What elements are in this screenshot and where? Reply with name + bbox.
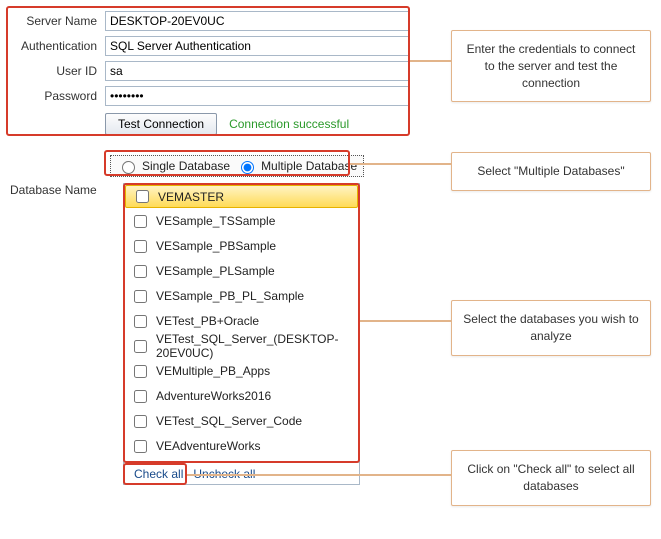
database-item-label: VEMultiple_PB_Apps	[156, 364, 270, 378]
userid-label: User ID	[10, 64, 105, 78]
database-checkbox[interactable]	[134, 390, 147, 403]
list-actions: Check all Uncheck all	[124, 462, 359, 484]
database-item-label: VESample_PBSample	[156, 239, 276, 253]
database-mode-group: Single Database Multiple Database	[110, 155, 364, 177]
database-items-container[interactable]: VEMASTER VESample_TSSample VESample_PBSamp…	[124, 184, 359, 462]
database-checkbox[interactable]	[134, 440, 147, 453]
database-listbox: VEMASTER VESample_TSSample VESample_PBSamp…	[123, 183, 360, 485]
database-item-label: VETest_SQL_Server_Code	[156, 414, 302, 428]
list-item[interactable]: VESample_PB_PL_Sample	[124, 284, 359, 309]
check-all-link[interactable]: Check all	[134, 467, 183, 481]
database-checkbox[interactable]	[134, 265, 147, 278]
list-item[interactable]: VESample_PBSample	[124, 234, 359, 259]
database-checkbox[interactable]	[134, 240, 147, 253]
password-label: Password	[10, 89, 105, 103]
database-checkbox[interactable]	[134, 340, 147, 353]
callout-multiple: Select "Multiple Databases"	[451, 152, 651, 191]
userid-input[interactable]	[105, 61, 410, 81]
list-item[interactable]: VEAdventureWorks	[124, 434, 359, 459]
database-name-label: Database Name	[10, 183, 115, 197]
callout-checkall: Click on "Check all" to select all datab…	[451, 450, 651, 506]
connector-2	[350, 163, 451, 165]
list-item[interactable]: VETest_SQL_Server_Code	[124, 409, 359, 434]
list-item[interactable]: VESample_PLSample	[124, 259, 359, 284]
database-checkbox[interactable]	[134, 315, 147, 328]
database-item-label: VETest_PB+Oracle	[156, 314, 259, 328]
server-name-input[interactable]	[105, 11, 410, 31]
database-item-label: VESample_PB_PL_Sample	[156, 289, 304, 303]
test-connection-button[interactable]: Test Connection	[105, 113, 217, 135]
list-item[interactable]: VETest_SQL_Server_(DESKTOP-20EV0UC)	[124, 334, 359, 359]
database-checkbox[interactable]	[134, 290, 147, 303]
single-database-label: Single Database	[142, 159, 230, 173]
database-item-label: VESample_PLSample	[156, 264, 275, 278]
list-item[interactable]: VETest_PB+Oracle	[124, 309, 359, 334]
database-checkbox[interactable]	[134, 215, 147, 228]
database-item-label: VEMASTER	[158, 190, 224, 204]
single-database-radio[interactable]: Single Database	[117, 158, 230, 174]
list-item[interactable]: VESample_TSSample	[124, 209, 359, 234]
authentication-input[interactable]	[105, 36, 410, 56]
authentication-label: Authentication	[10, 39, 105, 53]
connector-1	[410, 60, 451, 62]
multiple-database-label: Multiple Database	[261, 159, 357, 173]
database-item-label: AdventureWorks2016	[156, 389, 271, 403]
uncheck-all-link[interactable]: Uncheck all	[193, 467, 255, 481]
callout-credentials: Enter the credentials to connect to the …	[451, 30, 651, 102]
database-checkbox[interactable]	[136, 190, 149, 203]
list-item[interactable]: VEMASTER	[125, 185, 358, 208]
database-item-label: VESample_TSSample	[156, 214, 275, 228]
multiple-database-radio[interactable]: Multiple Database	[236, 158, 357, 174]
connection-status: Connection successful	[229, 117, 349, 131]
callout-select-db: Select the databases you wish to analyze	[451, 300, 651, 356]
database-checkbox[interactable]	[134, 415, 147, 428]
connector-3	[360, 320, 451, 322]
database-checkbox[interactable]	[134, 365, 147, 378]
database-item-label: VEAdventureWorks	[156, 439, 261, 453]
server-name-label: Server Name	[10, 14, 105, 28]
list-item[interactable]: VEMultiple_PB_Apps	[124, 359, 359, 384]
database-item-label: VETest_SQL_Server_(DESKTOP-20EV0UC)	[156, 332, 353, 360]
credentials-form: Server Name Authentication User ID Passw…	[10, 10, 410, 138]
password-input[interactable]	[105, 86, 410, 106]
list-item[interactable]: AdventureWorks2016	[124, 384, 359, 409]
